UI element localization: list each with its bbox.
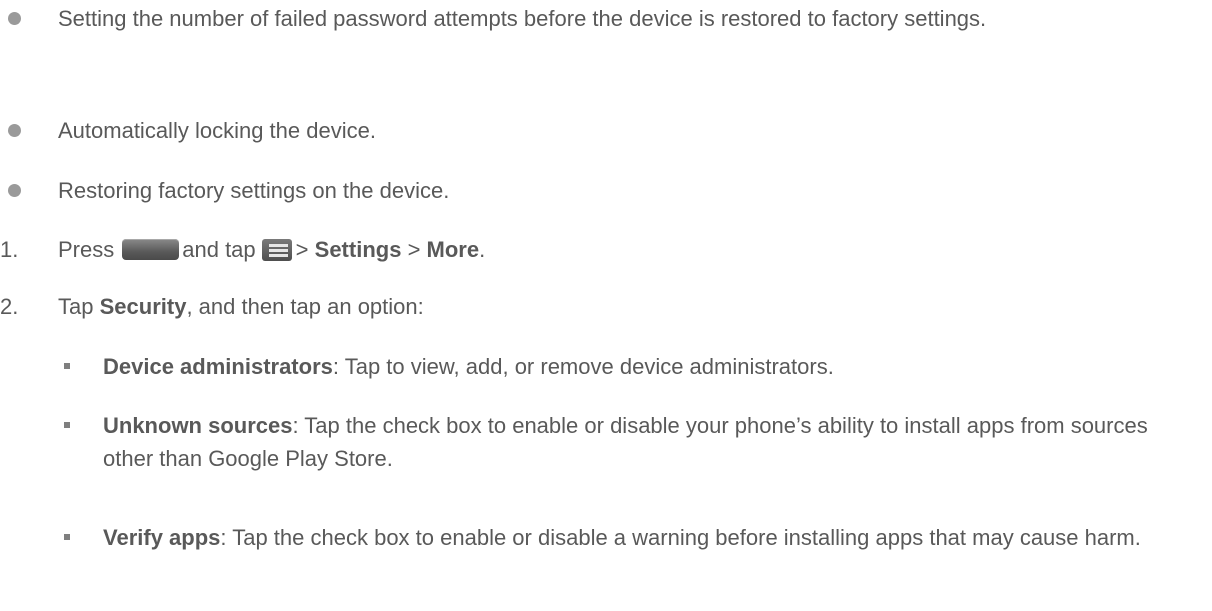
menu-key-icon — [261, 238, 292, 261]
separator: > — [407, 237, 421, 262]
bullet-dot-icon — [8, 12, 21, 25]
step-text-and-tap: and tap — [182, 237, 256, 262]
separator: > — [295, 237, 309, 262]
step-text-press: Press — [58, 237, 115, 262]
option-title: Verify apps — [103, 525, 221, 550]
option-title: Unknown sources — [103, 413, 293, 438]
option-item: Verify apps: Tap the check box to enable… — [0, 521, 1203, 554]
security-label: Security — [99, 294, 187, 319]
step-1: 1. Press and tap > Settings > More. — [0, 233, 1212, 266]
step-2: 2. Tap Security, and then tap an option: — [0, 290, 1212, 323]
step-end: . — [479, 237, 486, 262]
more-label: More — [426, 237, 480, 262]
bullet-item: Restoring factory settings on the device… — [0, 174, 1212, 207]
home-key-icon — [122, 239, 180, 261]
option-title: Device administrators — [103, 354, 333, 379]
settings-label: Settings — [314, 237, 402, 262]
bullet-item: Setting the number of failed password at… — [0, 2, 1212, 35]
option-desc: : Tap the check box to enable or disable… — [220, 525, 1141, 550]
bullet-text: Restoring factory settings on the device… — [58, 178, 450, 203]
bullet-dot-icon — [8, 124, 21, 137]
step-number: 2. — [0, 294, 19, 319]
bullet-item: Automatically locking the device. — [0, 114, 1212, 147]
square-bullet-icon — [64, 422, 70, 428]
bullet-dot-icon — [8, 184, 21, 197]
square-bullet-icon — [64, 534, 70, 540]
option-item: Unknown sources: Tap the check box to en… — [0, 409, 1203, 475]
step-text-rest: , and then tap an option: — [186, 294, 424, 319]
option-item: Device administrators: Tap to view, add,… — [0, 350, 1203, 383]
bullet-text: Automatically locking the device. — [58, 118, 376, 143]
step-number: 1. — [0, 237, 19, 262]
step-text-tap: Tap — [58, 294, 94, 319]
square-bullet-icon — [64, 363, 70, 369]
option-desc: : Tap to view, add, or remove device adm… — [332, 354, 834, 379]
bullet-text: Setting the number of failed password at… — [58, 6, 987, 31]
